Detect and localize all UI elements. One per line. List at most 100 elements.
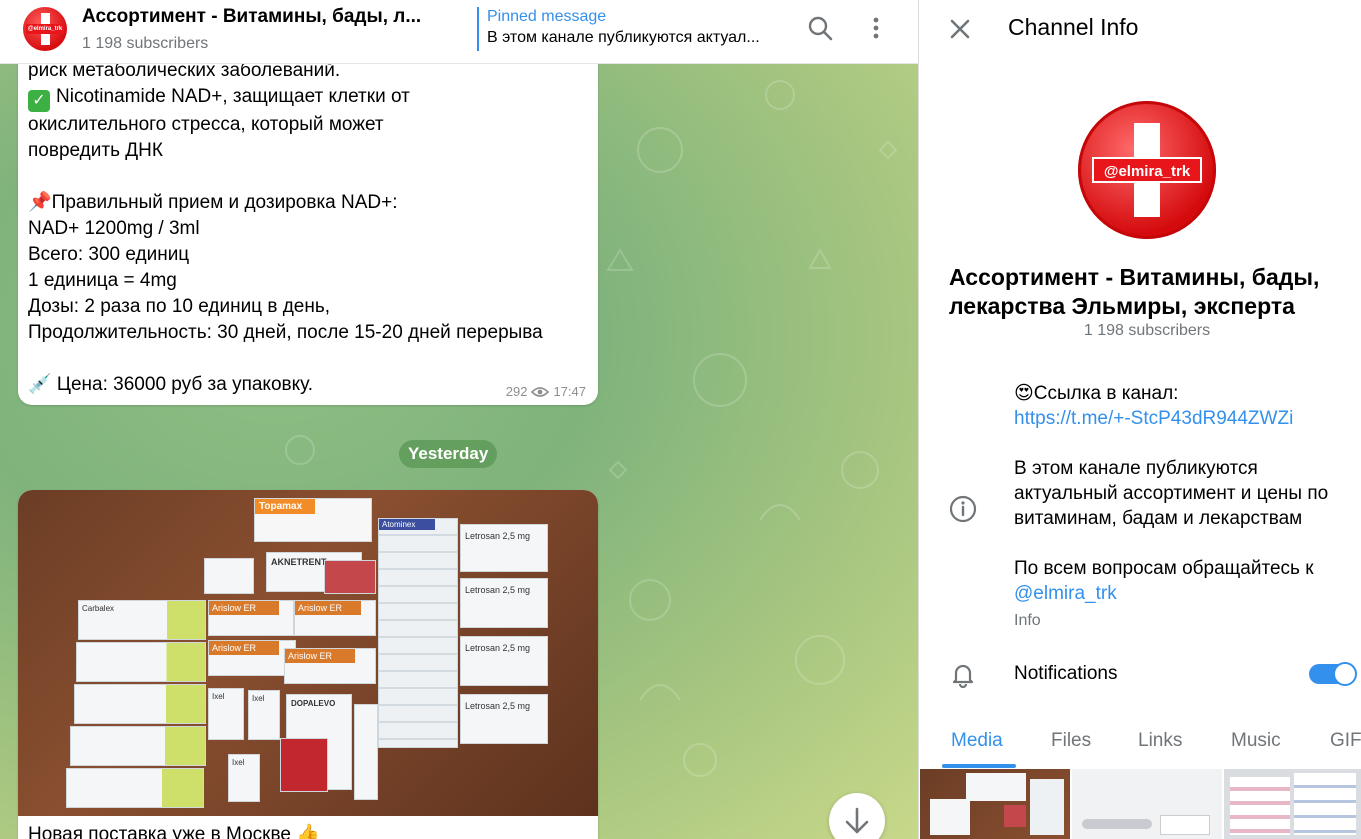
photo-caption: Новая поставка уже в Москве 👍 [28,824,320,839]
message-bubble[interactable]: риск метаболических заболеваний. ✓ Nicoti… [18,40,598,405]
thumb-box [1294,773,1356,835]
media-thumbnail[interactable] [920,769,1070,839]
box-label: Topamax [255,499,315,514]
message-line [28,164,588,190]
channel-subscribers: 1 198 subscribers [1083,322,1211,339]
medicine-box [66,768,204,808]
thumb-syringe [1082,819,1152,829]
medicine-box: Arislow ER [208,640,296,676]
thumb-box [1030,779,1064,835]
invite-link[interactable]: https://t.me/+-StcP43dR944ZWZi [1014,406,1354,431]
chat-header: @elmira_trk Ассортимент - Витамины, бады… [0,0,918,64]
tab-links[interactable]: Links [1138,730,1182,752]
message-line-check: ✓ Nicotinamide NAD+, защищает клетки от [28,84,588,112]
tab-files[interactable]: Files [1051,730,1091,752]
info-label: Info [1014,612,1041,629]
desc-spacer [1014,531,1354,556]
view-count: 292 [505,384,528,399]
medicine-box: Ixel [208,688,244,740]
box-label: Arislow ER [209,641,279,655]
username-link[interactable]: @elmira_trk [1014,581,1354,606]
notifications-label: Notifications [1014,663,1118,684]
box-label: Atominex [379,519,435,530]
box-label: Arislow ER [209,601,279,615]
message-time: 17:47 [553,384,586,399]
desc-spacer [1014,431,1354,456]
pinned-label: Pinned message [487,8,607,25]
box-label: Ixel [252,694,265,703]
message-photo[interactable]: Topamax AKNETRENT Arislow ER Arislow ER … [18,490,598,816]
thumb-box [1004,805,1026,827]
desc-line: 😍Ссылка в канал: [1014,383,1179,404]
medicine-box [324,560,376,594]
thumb-box [966,773,1026,801]
channel-avatar[interactable]: @elmira_trk [23,7,67,51]
thumb-box [1160,815,1210,835]
channel-subscribers: 1 198 subscribers [82,35,209,52]
message-meta: 292 17:47 [506,384,586,399]
medicine-box: Atominex [378,518,458,748]
message-line: 💉 Цена: 36000 руб за упаковку. [28,374,314,395]
pinned-message[interactable]: Pinned message В этом канале публикуются… [477,7,797,51]
medicine-box: Arislow ER [208,600,294,636]
message-line: 📌Правильный прием и дозировка NAD+: [28,192,398,213]
box-label: Letrosan 2,5 mg [465,701,531,711]
medicine-box: Letrosan 2,5 mg [460,524,548,572]
channel-info-panel: Channel Info @elmira_trk Ассортимент - В… [918,0,1361,839]
media-tabs: Media Files Links Music GIF [919,718,1361,768]
notifications-toggle[interactable] [1309,662,1357,686]
tab-media[interactable]: Media [951,730,1003,752]
message-line: Продолжительность: 30 дней, после 15-20 … [28,322,543,343]
medicine-box: Arislow ER [284,648,376,684]
message-line: Всего: 300 единиц [28,244,190,265]
box-label: Letrosan 2,5 mg [465,643,531,653]
avatar-tag: @elmira_trk [1092,157,1202,183]
message-line [28,346,588,372]
info-icon [948,494,978,524]
chat-area: @elmira_trk Ассортимент - Витамины, бады… [0,0,918,839]
media-thumbnail[interactable] [1072,769,1222,839]
medicine-box: Ixel [248,690,280,740]
medicine-box: Letrosan 2,5 mg [460,694,548,744]
box-label: Letrosan 2,5 mg [465,585,531,595]
box-label: Arislow ER [285,649,355,663]
thumb-box [1230,777,1290,835]
media-thumbnail[interactable] [1224,769,1361,839]
channel-title[interactable]: Ассортимент - Витамины, бады, л... [82,6,467,28]
medicine-box: Topamax [254,498,372,542]
pinned-text: В этом канале публикуются актуал... [487,29,760,46]
message-line: повредить ДНК [28,140,163,161]
message-line: окислительного стресса, который может [28,114,384,135]
channel-avatar-large[interactable]: @elmira_trk [1078,101,1216,239]
panel-title: Channel Info [1008,14,1139,40]
avatar-tag: @elmira_trk [26,24,64,34]
scroll-down-button[interactable] [829,793,885,839]
tab-music[interactable]: Music [1231,730,1281,752]
search-icon[interactable] [806,14,834,42]
photo-message[interactable]: Topamax AKNETRENT Arislow ER Arislow ER … [18,490,598,839]
box-label: DOPALEVO [291,699,336,708]
box-label: Carbalex [82,604,115,613]
medicine-box [74,684,206,724]
message-line: NAD+ 1200mg / 3ml [28,218,200,239]
box-label: Arislow ER [295,601,361,615]
medicine-box: Carbalex [78,600,206,640]
more-vertical-icon[interactable] [862,14,890,42]
tab-indicator [942,764,1016,768]
thumb-box [930,799,970,835]
box-label: Ixel [232,758,245,767]
desc-paragraph: По всем вопросам обращайтесь к [1014,558,1314,579]
message-line: 1 единица = 4mg [28,270,177,291]
medicine-box [70,726,206,766]
date-separator: Yesterday [399,440,498,468]
box-label: Letrosan 2,5 mg [465,531,531,541]
medicine-box: Arislow ER [294,600,376,636]
box-label: Ixel [212,692,225,701]
channel-description: 😍Ссылка в канал: https://t.me/+-StcP43dR… [1014,381,1354,606]
close-icon[interactable] [947,16,973,42]
tab-gif[interactable]: GIF [1330,730,1361,752]
medicine-box: Ixel [228,754,260,802]
message-line: Дозы: 2 раза по 10 единиц в день, [28,296,331,317]
desc-paragraph: В этом канале публикуются актуальный асс… [1014,458,1329,529]
medicine-box [76,642,206,682]
